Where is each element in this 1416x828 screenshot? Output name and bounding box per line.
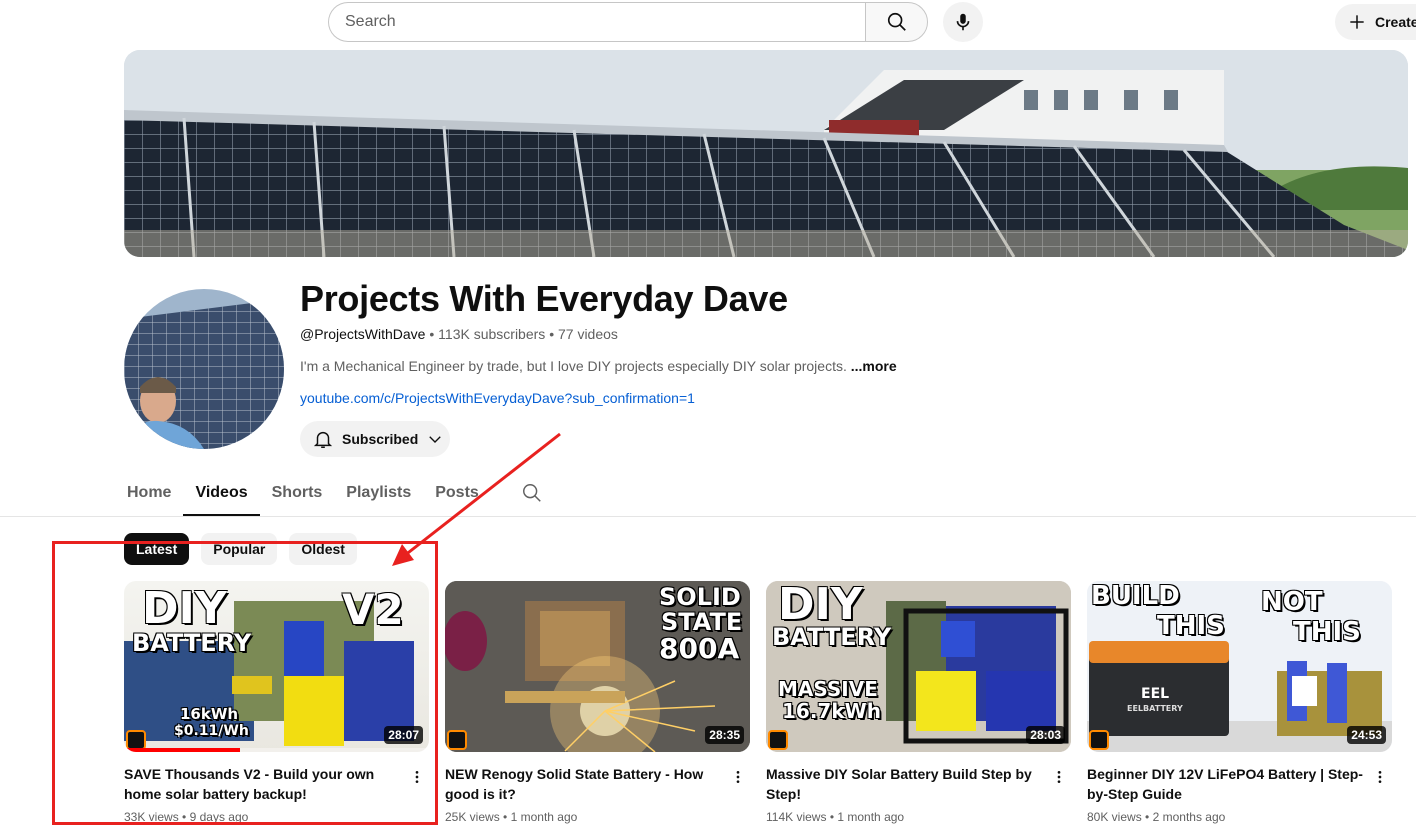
video-menu-button[interactable] xyxy=(1368,765,1392,789)
tab-shorts[interactable]: Shorts xyxy=(260,470,335,516)
video-thumbnail[interactable]: BUILD THIS NOT THIS EEL EELBATTERY 24:53 xyxy=(1087,581,1392,752)
brand-label-text: EELBATTERY xyxy=(1127,704,1183,713)
upload-age: 2 months ago xyxy=(1152,810,1226,824)
video-title[interactable]: Massive DIY Solar Battery Build Step by … xyxy=(766,764,1046,804)
video-card[interactable]: DIY BATTERY MASSIVE 16.7kWh 28:03 Massiv… xyxy=(766,581,1071,824)
search-input[interactable] xyxy=(328,2,865,42)
tab-videos[interactable]: Videos xyxy=(183,470,260,516)
channel-logo-icon xyxy=(768,730,788,750)
view-count: 25K views xyxy=(445,810,500,824)
bell-icon xyxy=(313,431,333,448)
thumb-text: MASSIVE xyxy=(778,677,878,701)
subscribed-button[interactable]: Subscribed xyxy=(300,421,450,457)
brand-logo-text: EEL xyxy=(1141,686,1170,702)
description-text: I'm a Mechanical Engineer by trade, but … xyxy=(300,358,847,374)
chevron-down-icon xyxy=(429,436,441,443)
video-menu-button[interactable] xyxy=(726,765,750,789)
thumb-text: STATE xyxy=(661,608,743,636)
search-icon xyxy=(522,484,541,502)
video-card[interactable]: SOLID STATE 800A 28:35 NEW Renogy Solid … xyxy=(445,581,750,824)
channel-name: Projects With Everyday Dave xyxy=(300,278,788,319)
tab-posts[interactable]: Posts xyxy=(423,470,491,516)
video-card[interactable]: BUILD THIS NOT THIS EEL EELBATTERY 24:53… xyxy=(1087,581,1392,824)
subscribed-label: Subscribed xyxy=(342,431,419,447)
channel-link[interactable]: youtube.com/c/ProjectsWithEverydayDave?s… xyxy=(300,390,695,406)
microphone-icon xyxy=(956,13,970,31)
video-duration: 24:53 xyxy=(1347,726,1386,744)
video-thumbnail[interactable]: SOLID STATE 800A 28:35 xyxy=(445,581,750,752)
more-vert-icon xyxy=(736,771,740,783)
more-link[interactable]: ...more xyxy=(851,358,897,374)
search-icon xyxy=(887,12,906,31)
more-vert-icon xyxy=(1378,771,1382,783)
meta-separator: • xyxy=(549,326,555,342)
channel-meta: @ProjectsWithDave • 113K subscribers • 7… xyxy=(300,326,618,342)
channel-tabs: Home Videos Shorts Playlists Posts xyxy=(124,470,553,516)
more-vert-icon xyxy=(1057,771,1061,783)
view-count: 80K views xyxy=(1087,810,1142,824)
thumb-text: THIS xyxy=(1157,611,1225,641)
video-title[interactable]: Beginner DIY 12V LiFePO4 Battery | Step-… xyxy=(1087,764,1367,804)
view-count: 114K views xyxy=(766,810,827,824)
channel-handle[interactable]: @ProjectsWithDave xyxy=(300,326,425,342)
thumb-text: 800A xyxy=(659,632,740,665)
video-meta: 25K views • 1 month ago xyxy=(445,810,750,824)
search-button[interactable] xyxy=(865,2,928,42)
meta-separator: • xyxy=(429,326,435,342)
thumb-text: 16.7kWh xyxy=(782,699,881,723)
search-bar xyxy=(328,2,928,42)
plus-icon xyxy=(1350,15,1364,29)
channel-logo-icon xyxy=(1089,730,1109,750)
video-meta: 114K views • 1 month ago xyxy=(766,810,1071,824)
thumb-text: DIY xyxy=(778,581,863,630)
meta-separator: • xyxy=(503,810,508,824)
video-menu-button[interactable] xyxy=(1047,765,1071,789)
upload-age: 1 month ago xyxy=(510,810,578,824)
video-duration: 28:35 xyxy=(705,726,744,744)
meta-separator: • xyxy=(829,810,835,824)
tabs-divider xyxy=(0,516,1416,517)
thumb-text: BUILD xyxy=(1091,581,1180,611)
create-label: Create xyxy=(1375,14,1416,30)
channel-avatar[interactable] xyxy=(124,289,284,449)
video-duration: 28:03 xyxy=(1026,726,1065,744)
video-meta: 80K views • 2 months ago xyxy=(1087,810,1392,824)
video-thumbnail[interactable]: DIY BATTERY MASSIVE 16.7kWh 28:03 xyxy=(766,581,1071,752)
voice-search-button[interactable] xyxy=(943,2,983,42)
subscriber-count: 113K subscribers xyxy=(438,326,546,342)
video-title[interactable]: NEW Renogy Solid State Battery - How goo… xyxy=(445,764,725,804)
meta-separator: • xyxy=(1145,810,1150,824)
thumb-text: BATTERY xyxy=(772,623,892,651)
channel-banner xyxy=(124,50,1408,257)
create-button[interactable]: Create xyxy=(1335,4,1416,40)
thumb-text: SOLID xyxy=(659,583,741,611)
channel-logo-icon xyxy=(447,730,467,750)
channel-search-button[interactable] xyxy=(491,470,553,516)
thumb-text: NOT xyxy=(1261,587,1323,617)
thumb-text: THIS xyxy=(1293,617,1361,647)
video-count: 77 videos xyxy=(557,326,618,342)
tab-home[interactable]: Home xyxy=(124,470,183,516)
annotation-highlight-box xyxy=(52,541,438,825)
upload-age: 1 month ago xyxy=(837,810,905,824)
tab-playlists[interactable]: Playlists xyxy=(334,470,423,516)
channel-description[interactable]: I'm a Mechanical Engineer by trade, but … xyxy=(300,358,897,374)
